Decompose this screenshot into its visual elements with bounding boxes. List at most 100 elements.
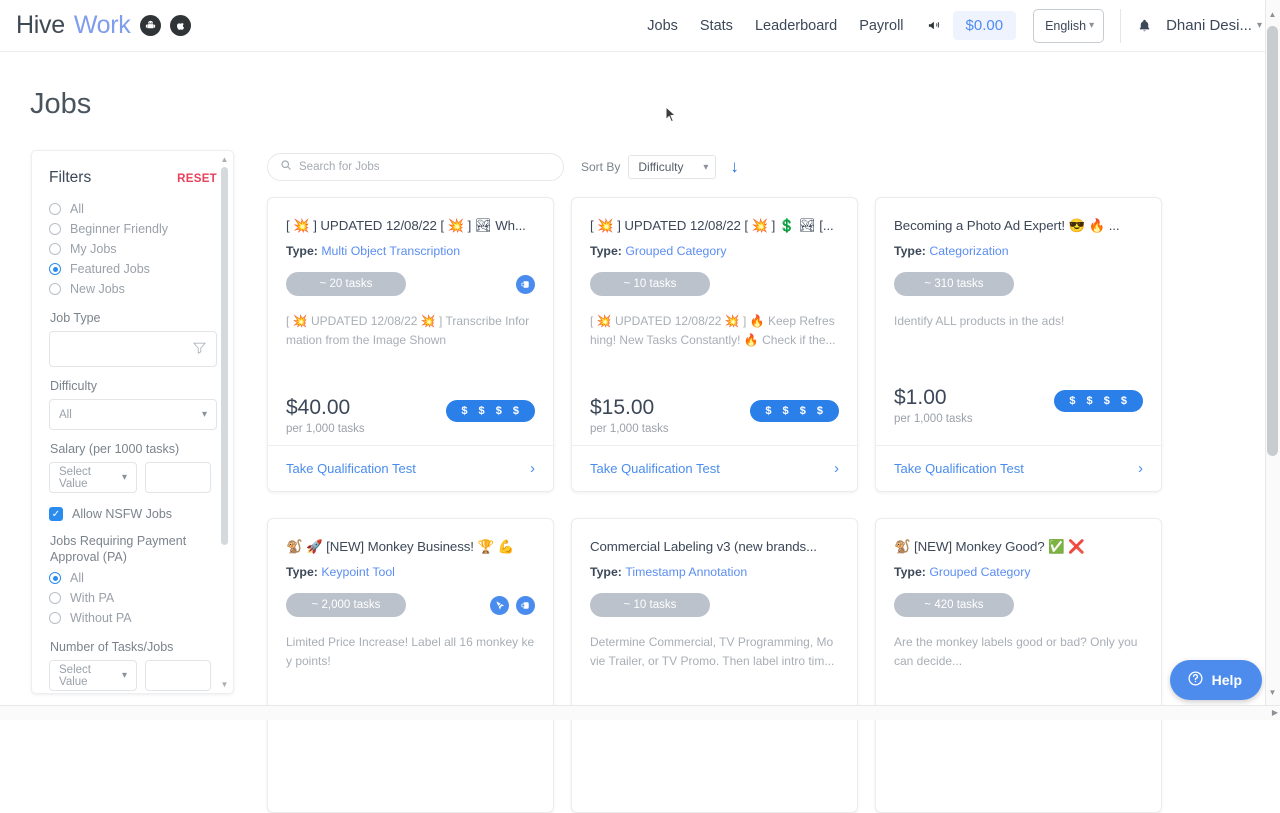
job-type-value[interactable]: Grouped Category	[625, 244, 726, 258]
job-type-value[interactable]: Timestamp Annotation	[625, 565, 747, 579]
job-price-block: $40.00 per 1,000 tasks	[286, 396, 365, 435]
job-card[interactable]: [ 💥 ] UPDATED 12/08/22 [ 💥 ] 🏞 Wh... Typ…	[267, 197, 554, 492]
job-card[interactable]: 🐒 🚀 [NEW] Monkey Business! 🏆 💪 Type: Key…	[267, 518, 554, 813]
job-type: Type: Grouped Category	[590, 244, 839, 258]
radio-icon-selected	[49, 572, 61, 584]
job-task-count: ~ 420 tasks	[894, 593, 1014, 617]
job-card-body: [ 💥 ] UPDATED 12/08/22 [ 💥 ] 💲 🏞 [... Ty…	[572, 198, 857, 350]
nav-link-payroll[interactable]: Payroll	[848, 18, 914, 34]
job-type-input[interactable]	[49, 331, 217, 367]
filters-header: Filters RESET	[49, 169, 217, 187]
job-card[interactable]: 🐒 [NEW] Monkey Good? ✅ ❌ Type: Grouped C…	[875, 518, 1162, 813]
filter-scope-featured-jobs[interactable]: Featured Jobs	[49, 259, 217, 279]
job-meta-row: ~ 10 tasks	[590, 591, 839, 619]
scroll-down-icon[interactable]: ▼	[220, 680, 229, 689]
chevron-down-icon: ▾	[1089, 20, 1094, 31]
sort-direction-arrow-down-icon[interactable]: ↓	[730, 157, 739, 177]
filters-reset-button[interactable]: RESET	[177, 173, 217, 185]
allow-nsfw-checkbox[interactable]: ✓ Allow NSFW Jobs	[49, 507, 217, 521]
filter-scope-label: New Jobs	[70, 282, 125, 296]
difficulty-select[interactable]: All ▾	[49, 399, 217, 430]
scroll-up-icon[interactable]: ▲	[220, 155, 229, 164]
scroll-up-icon[interactable]: ▲	[1265, 10, 1280, 19]
help-button[interactable]: Help	[1170, 660, 1262, 700]
balance-amount[interactable]: $0.00	[953, 11, 1017, 40]
filter-scope-label: Beginner Friendly	[70, 222, 168, 236]
chevron-down-icon: ▾	[1257, 20, 1262, 31]
filter-scope-all[interactable]: All	[49, 199, 217, 219]
filters-panel: Filters RESET All Beginner Friendly My J…	[31, 150, 234, 694]
radio-icon	[49, 223, 61, 235]
job-type-value[interactable]: Multi Object Transcription	[321, 244, 460, 258]
window-vertical-scrollbar[interactable]: ▲ ▼	[1265, 0, 1280, 705]
jobs-grid: [ 💥 ] UPDATED 12/08/22 [ 💥 ] 🏞 Wh... Typ…	[267, 197, 1167, 697]
job-card-body: 🐒 🚀 [NEW] Monkey Business! 🏆 💪 Type: Key…	[268, 519, 553, 671]
job-qualification-test-button[interactable]: Take Qualification Test ›	[268, 445, 553, 491]
salary-operator-select[interactable]: Select Value ▾	[49, 462, 137, 493]
job-type-value[interactable]: Keypoint Tool	[321, 565, 395, 579]
filter-pa-with[interactable]: With PA	[49, 588, 217, 608]
job-card[interactable]: Becoming a Photo Ad Expert! 😎 🔥 ... Type…	[875, 197, 1162, 492]
android-icon[interactable]	[140, 15, 161, 36]
filter-scope-new-jobs[interactable]: New Jobs	[49, 279, 217, 299]
job-qualification-test-button[interactable]: Take Qualification Test ›	[572, 445, 857, 491]
job-type-label: Type:	[590, 565, 622, 579]
bell-icon[interactable]	[1137, 18, 1152, 34]
job-card-body: [ 💥 ] UPDATED 12/08/22 [ 💥 ] 🏞 Wh... Typ…	[268, 198, 553, 350]
job-badges	[490, 596, 535, 615]
job-type-label: Type:	[286, 565, 318, 579]
nav-link-jobs[interactable]: Jobs	[636, 18, 689, 34]
salary-amount-input[interactable]	[145, 462, 211, 493]
nav-divider	[1120, 9, 1121, 43]
job-price: $1.00	[894, 386, 973, 410]
megaphone-icon[interactable]	[915, 18, 951, 33]
filters-scrollbar[interactable]: ▲ ▼	[221, 155, 231, 689]
filter-scope-my-jobs[interactable]: My Jobs	[49, 239, 217, 259]
job-title: 🐒 [NEW] Monkey Good? ✅ ❌	[894, 538, 1143, 555]
salary-label: Salary (per 1000 tasks)	[50, 442, 217, 456]
job-type-label: Type:	[894, 565, 926, 579]
tasks-count-amount-input[interactable]	[145, 660, 211, 691]
job-price: $15.00	[590, 396, 669, 420]
job-card[interactable]: [ 💥 ] UPDATED 12/08/22 [ 💥 ] 💲 🏞 [... Ty…	[571, 197, 858, 492]
tasks-count-operator-select[interactable]: Select Value ▾	[49, 660, 137, 691]
filters-scrollbar-thumb[interactable]	[221, 167, 228, 545]
filter-pa-label: Without PA	[70, 611, 132, 625]
search-input[interactable]: Search for Jobs	[267, 153, 564, 181]
job-type-label: Type:	[286, 244, 318, 258]
job-qualification-test-button[interactable]: Take Qualification Test ›	[876, 445, 1161, 491]
chevron-down-icon: ▾	[122, 670, 127, 681]
question-circle-icon	[1187, 670, 1204, 690]
job-type-value[interactable]: Categorization	[929, 244, 1008, 258]
filter-pa-all[interactable]: All	[49, 568, 217, 588]
job-pay-rating: $ $ $ $	[1054, 390, 1143, 412]
brand-logo[interactable]: Hive Work	[16, 11, 191, 40]
search-placeholder: Search for Jobs	[299, 161, 380, 173]
scroll-down-icon[interactable]: ▼	[1265, 688, 1280, 697]
window-horizontal-scrollbar[interactable]: ▶	[0, 705, 1280, 720]
nav-link-stats[interactable]: Stats	[689, 18, 744, 34]
nav-link-leaderboard[interactable]: Leaderboard	[744, 18, 848, 34]
job-type-value[interactable]: Grouped Category	[929, 565, 1030, 579]
job-title: [ 💥 ] UPDATED 12/08/22 [ 💥 ] 🏞 Wh...	[286, 217, 535, 234]
filter-pa-label: All	[70, 571, 84, 585]
keypoint-cursor-icon	[490, 596, 509, 615]
sort-by-select[interactable]: Difficulty ▾	[628, 155, 716, 179]
job-price-unit: per 1,000 tasks	[590, 423, 669, 435]
filter-scope-label: My Jobs	[70, 242, 117, 256]
window-scrollbar-thumb[interactable]	[1267, 26, 1278, 456]
filter-pa-without[interactable]: Without PA	[49, 608, 217, 628]
job-meta-row: ~ 420 tasks	[894, 591, 1143, 619]
job-type: Type: Categorization	[894, 244, 1143, 258]
filter-scope-beginner-friendly[interactable]: Beginner Friendly	[49, 219, 217, 239]
checkbox-checked-icon: ✓	[49, 507, 63, 521]
job-card[interactable]: Commercial Labeling v3 (new brands... Ty…	[571, 518, 858, 813]
tasks-count-row: Select Value ▾	[49, 660, 217, 691]
hand-pointer-icon	[516, 596, 535, 615]
apple-icon[interactable]	[170, 15, 191, 36]
job-description: [ 💥 UPDATED 12/08/22 💥 ] 🔥 Keep Refreshi…	[590, 312, 839, 350]
user-menu[interactable]: Dhani Desi... ▾	[1166, 17, 1262, 34]
scroll-right-icon[interactable]: ▶	[1272, 708, 1278, 717]
language-select[interactable]: English ▾	[1033, 9, 1104, 43]
payment-approval-label: Jobs Requiring Payment Approval (PA)	[50, 533, 217, 565]
